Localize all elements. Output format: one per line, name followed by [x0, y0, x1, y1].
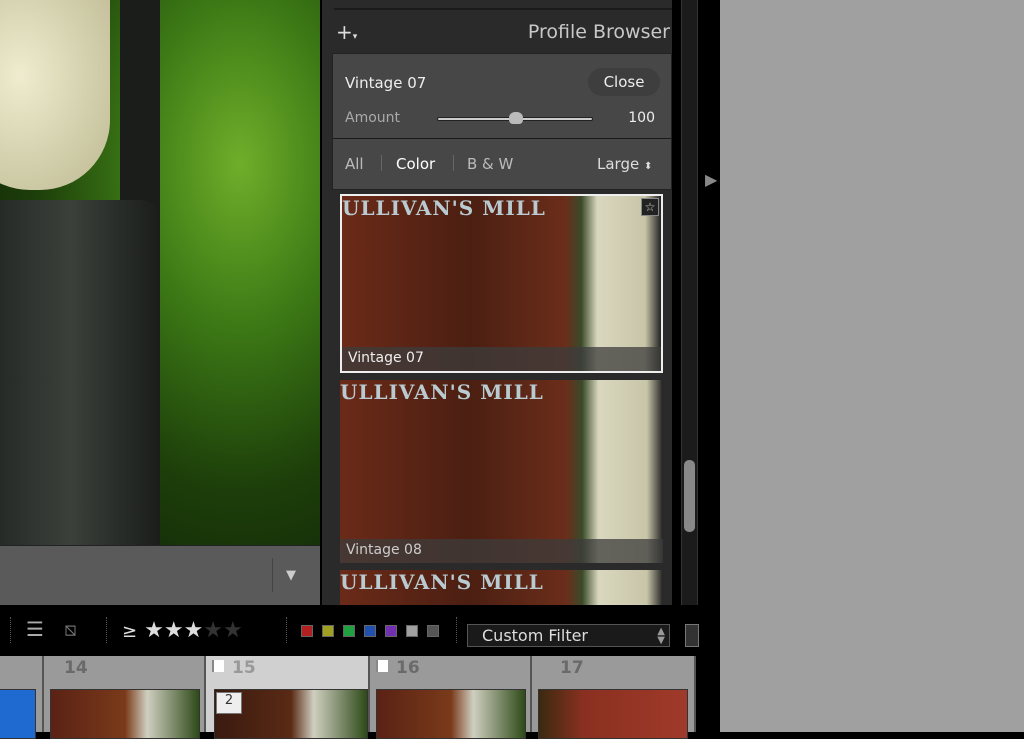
divider [381, 155, 382, 171]
size-select-value: Large [597, 155, 640, 173]
up-down-icon: ⬍ [643, 161, 653, 172]
divider [453, 155, 454, 171]
filmstrip-edge [696, 656, 720, 732]
background [720, 0, 1024, 732]
star-icon[interactable]: ★ [203, 618, 223, 643]
cell-number: 16 [396, 658, 420, 678]
close-button[interactable]: Close [588, 68, 660, 96]
profile-controls: Vintage 07 Close Amount 100 All Color B … [332, 53, 672, 190]
color-label-filter[interactable] [322, 625, 334, 637]
star-icon[interactable]: ★ [144, 618, 164, 643]
divider [456, 617, 457, 643]
amount-value[interactable]: 100 [613, 110, 655, 126]
filmstrip-cell[interactable] [0, 656, 44, 739]
cell-number: 14 [64, 658, 88, 678]
divider [106, 617, 107, 643]
profile-name: Vintage 07 [342, 347, 661, 371]
divider [333, 138, 671, 139]
divider [10, 617, 11, 643]
size-select[interactable]: Large ⬍ [597, 155, 652, 173]
cell-number: 15 [232, 658, 256, 678]
filter-select[interactable]: Custom Filter ▲ ▼ [467, 624, 670, 647]
lamp-glass [0, 0, 110, 190]
filmstrip-cell-17[interactable]: 17 [532, 656, 696, 739]
filmstrip-cell-14[interactable]: 14 [44, 656, 206, 739]
stack-badge: 2 [216, 692, 242, 714]
panel-scrollbar[interactable] [681, 0, 698, 605]
profile-name: Vintage 08 [340, 539, 663, 563]
star-favorite-icon[interactable]: ☆ [641, 198, 659, 216]
up-down-icon: ▲ ▼ [657, 626, 665, 646]
sliders-icon[interactable]: ☰ [26, 617, 44, 641]
divider [286, 617, 287, 643]
rating-operator[interactable]: ≥ [122, 621, 137, 642]
filmstrip-cell-16[interactable]: 16 [370, 656, 532, 739]
flag-icon[interactable] [376, 660, 388, 672]
main-photo [0, 0, 320, 545]
profile-card-vintage-08[interactable]: ULLIVAN'S MILL Vintage 08 [340, 380, 663, 563]
lamp-base [0, 200, 160, 545]
rating-stars[interactable]: ★★★★★ [144, 618, 243, 643]
toolbar: ▼ [0, 545, 320, 605]
tab-color[interactable]: Color [396, 155, 435, 173]
filmstrip-cell-15[interactable]: 15 2 [206, 656, 370, 739]
chevron-down-icon[interactable]: ▼ [286, 568, 296, 583]
filter-lock-toggle[interactable] [685, 624, 699, 647]
cell-number: 17 [560, 658, 584, 678]
color-label-filter[interactable] [427, 625, 439, 637]
flag-icon[interactable] [212, 660, 224, 672]
color-label-filter[interactable] [385, 625, 397, 637]
collapse-panel-arrow-icon[interactable]: ▶ [705, 170, 717, 189]
thumbnail-sign: ULLIVAN'S MILL [340, 570, 544, 594]
star-icon[interactable]: ★ [164, 618, 184, 643]
amount-slider-thumb[interactable] [509, 112, 523, 124]
amount-label: Amount [345, 110, 401, 126]
tab-bw[interactable]: B & W [467, 155, 513, 173]
profile-card[interactable]: ULLIVAN'S MILL [340, 570, 663, 605]
panel-title: Profile Browser [527, 21, 670, 43]
plus-icon[interactable]: +▾ [336, 20, 357, 44]
color-label-filter[interactable] [364, 625, 376, 637]
star-icon[interactable]: ★ [223, 618, 243, 643]
color-label-filter[interactable] [301, 625, 313, 637]
color-label-filter[interactable] [343, 625, 355, 637]
star-icon[interactable]: ★ [184, 618, 204, 643]
selected-profile-name: Vintage 07 [345, 74, 427, 92]
rating-filter[interactable]: ≥ ★★★★★ [122, 618, 243, 643]
filter-bar: ☰ ⧅ ≥ ★★★★★ Custom Filter ▲ ▼ [0, 605, 720, 655]
thumbnail-sign: ULLIVAN'S MILL [340, 380, 544, 404]
sliders-off-icon[interactable]: ⧅ [64, 617, 77, 641]
color-label-filter[interactable] [406, 625, 418, 637]
divider [334, 8, 672, 10]
tab-all[interactable]: All [345, 155, 364, 173]
divider [272, 558, 273, 592]
scrollbar-thumb[interactable] [684, 460, 695, 532]
filter-select-value: Custom Filter [482, 626, 589, 645]
thumbnail-sign: ULLIVAN'S MILL [342, 196, 546, 220]
profile-card-vintage-07[interactable]: ULLIVAN'S MILL ☆ Vintage 07 [340, 194, 663, 373]
